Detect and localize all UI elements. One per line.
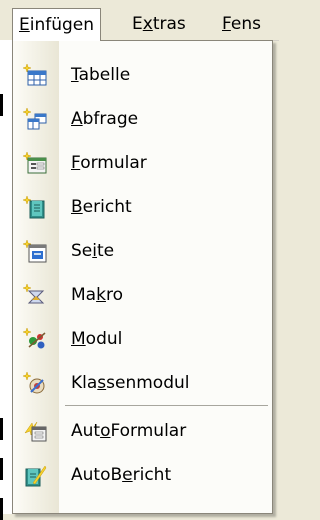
menu-item-modul[interactable]: Modul (13, 317, 272, 361)
menu-fenster[interactable]: Fens (216, 10, 267, 38)
menu-extras[interactable]: Extras (126, 10, 192, 38)
menu-einfuegen[interactable]: Einfügen (12, 8, 102, 41)
page-new-icon (22, 239, 47, 263)
menu-item-seite-label: Seite (71, 241, 115, 261)
menu-item-seite[interactable]: Seite (13, 229, 272, 273)
menu-item-formular[interactable]: Formular (13, 141, 272, 185)
table-new-icon (22, 63, 47, 87)
mnemonic-letter: k (96, 285, 106, 305)
menu-item-tabelle-label: Tabelle (71, 65, 131, 85)
mnemonic-letter: F (222, 14, 231, 34)
menu-item-bericht[interactable]: Bericht (13, 185, 272, 229)
menu-einfuegen-label: Einfügen (19, 15, 95, 35)
autoreport-icon (23, 463, 47, 487)
mnemonic-letter: e (122, 465, 133, 485)
menu-item-abfrage[interactable]: Abfrage (13, 97, 272, 141)
module-new-icon (22, 327, 47, 351)
edge-tick (0, 458, 3, 480)
menu-item-autoformular[interactable]: AutoFormular (13, 409, 272, 453)
macro-new-icon (22, 283, 47, 307)
class-module-new-icon (22, 371, 47, 395)
menu-item-makro[interactable]: Makro (13, 273, 272, 317)
menu-item-makro-label: Makro (71, 285, 123, 305)
form-new-icon (22, 151, 47, 175)
mnemonic-letter: T (71, 65, 79, 85)
menu-item-formular-label: Formular (71, 153, 147, 173)
mnemonic-letter: F (71, 153, 81, 173)
menu-item-autobericht[interactable]: AutoBericht (13, 453, 272, 497)
einfuegen-dropdown-menu: Tabelle Abfrage Formular Bericht Seite M… (12, 40, 273, 514)
query-new-icon (22, 107, 47, 131)
menu-item-klassenmodul[interactable]: Klassenmodul (13, 361, 272, 405)
menu-item-tabelle[interactable]: Tabelle (13, 53, 272, 97)
edge-tick (0, 418, 3, 440)
report-new-icon (22, 195, 47, 219)
menu-extras-label: Extras (132, 14, 186, 34)
menu-item-abfrage-label: Abfrage (71, 109, 139, 129)
menu-separator (65, 405, 268, 406)
mnemonic-letter: i (92, 241, 97, 261)
mnemonic-letter: s (97, 373, 107, 393)
autoform-icon (23, 419, 47, 443)
menu-bar: Einfügen Extras Fens (0, 0, 279, 41)
background-window-edge (0, 40, 12, 520)
menu-item-modul-label: Modul (71, 329, 123, 349)
mnemonic-letter: A (71, 109, 83, 129)
edge-tick (0, 498, 3, 520)
edge-tick (0, 94, 3, 116)
menu-item-bericht-label: Bericht (71, 197, 132, 217)
menu-item-autoformular-label: AutoFormular (71, 421, 187, 441)
mnemonic-letter: M (71, 329, 86, 349)
menu-item-klassenmodul-label: Klassenmodul (71, 373, 190, 393)
mnemonic-letter: B (71, 197, 83, 217)
mnemonic-letter: o (100, 421, 111, 441)
menu-fenster-label: Fens (222, 14, 261, 34)
mnemonic-letter: E (19, 15, 30, 35)
menu-item-autobericht-label: AutoBericht (71, 465, 172, 485)
mnemonic-letter: x (142, 14, 153, 34)
